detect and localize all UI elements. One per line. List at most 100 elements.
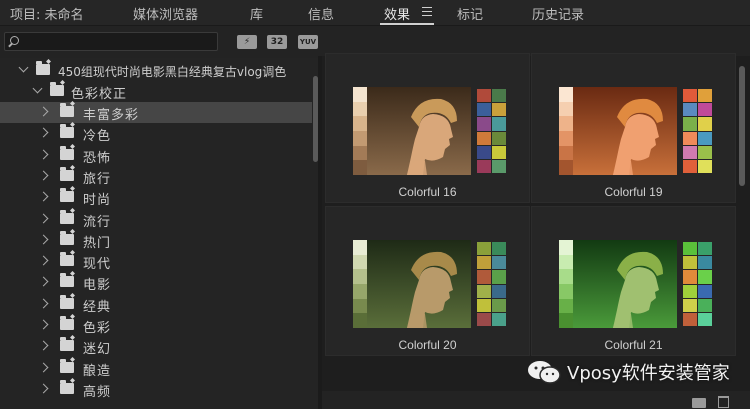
preset-thumbnail[interactable]: Colorful 20 <box>325 206 530 356</box>
yuv-effects-button[interactable]: YUV <box>298 35 318 49</box>
tree-item-label: 冷色 <box>83 129 112 145</box>
tone-swatches <box>353 87 367 175</box>
color-checker-patch <box>492 284 506 298</box>
grid-scrollbar[interactable] <box>739 66 745 186</box>
color-checker-patch <box>698 145 712 159</box>
tab-project[interactable]: 项目: 未命名 <box>10 4 84 23</box>
tab-markers[interactable]: 标记 <box>457 4 483 23</box>
32bit-effects-button[interactable]: 32 <box>267 35 287 49</box>
chevron-right-icon[interactable] <box>38 170 49 181</box>
color-checker-patch <box>683 117 697 131</box>
tree-item[interactable]: 旅行 <box>0 166 312 187</box>
preset-thumbnail[interactable]: Colorful 19 <box>531 53 736 203</box>
color-checker-patch <box>477 298 491 312</box>
chevron-down-icon[interactable] <box>18 62 29 73</box>
tree-item[interactable]: 高频 <box>0 379 312 400</box>
portrait-photo <box>559 87 677 175</box>
color-checker-patch <box>492 298 506 312</box>
search-input[interactable] <box>25 34 215 49</box>
folder-icon <box>50 82 64 96</box>
tree-item[interactable]: 色彩 <box>0 315 312 336</box>
chevron-down-icon[interactable] <box>32 83 43 94</box>
tab-media-browser[interactable]: 媒体浏览器 <box>133 4 198 23</box>
preset-thumbnail[interactable]: Colorful 16 <box>325 53 530 203</box>
chevron-right-icon[interactable] <box>38 255 49 266</box>
chevron-right-icon[interactable] <box>38 362 49 373</box>
tab-info[interactable]: 信息 <box>308 4 334 23</box>
tree-item[interactable]: 现代 <box>0 251 312 272</box>
preset-label: Colorful 21 <box>604 338 663 352</box>
tree-item[interactable]: 迷幻 <box>0 336 312 357</box>
chevron-right-icon[interactable] <box>38 298 49 309</box>
tone-swatch <box>559 240 573 255</box>
tree-item-label: 旅行 <box>83 171 112 187</box>
chevron-right-icon[interactable] <box>38 383 49 394</box>
tone-swatch <box>559 298 573 314</box>
chevron-right-icon[interactable] <box>38 340 49 351</box>
chevron-right-icon[interactable] <box>38 319 49 330</box>
tree-item[interactable]: 冷色 <box>0 123 312 144</box>
active-tab-indicator <box>380 23 434 25</box>
tree-item[interactable]: 恐怖 <box>0 145 312 166</box>
tree-item[interactable]: 经典 <box>0 294 312 315</box>
tree-item[interactable]: 酿造 <box>0 358 312 379</box>
portrait-photo <box>353 87 471 175</box>
accelerated-effects-button[interactable]: ⚡ <box>237 35 257 49</box>
preset-thumbnail[interactable]: Colorful 21 <box>531 206 736 356</box>
chevron-right-icon[interactable] <box>38 234 49 245</box>
tone-swatch <box>353 145 367 161</box>
tone-swatch <box>559 130 573 146</box>
tree-item[interactable]: 时尚 <box>0 187 312 208</box>
tab-effects[interactable]: 效果 <box>384 4 410 23</box>
tree-item-label: 流行 <box>83 214 112 230</box>
color-checker-patch <box>492 270 506 284</box>
folder-icon <box>36 61 50 75</box>
new-folder-icon[interactable] <box>692 398 706 408</box>
color-checker-patch <box>477 312 491 326</box>
color-checker-patch <box>683 256 697 270</box>
tab-history[interactable]: 历史记录 <box>532 4 584 23</box>
watermark: Vposy软件安装管家 <box>527 358 730 386</box>
color-checker-patch <box>698 298 712 312</box>
chevron-right-icon[interactable] <box>38 191 49 202</box>
chevron-right-icon[interactable] <box>38 276 49 287</box>
tone-swatch <box>559 283 573 299</box>
tone-swatch <box>353 240 367 255</box>
color-checker-patch <box>477 89 491 103</box>
tree-row-root[interactable]: 450组现代时尚电影黑白经典复古vlog调色 <box>0 60 312 81</box>
chevron-right-icon[interactable] <box>38 106 49 117</box>
color-checker-patch <box>683 298 697 312</box>
tab-libraries[interactable]: 库 <box>250 4 263 23</box>
portrait-photo <box>559 240 677 328</box>
panel-menu-icon[interactable] <box>422 7 432 16</box>
color-checker-patch <box>683 159 697 173</box>
color-checker-patch <box>683 270 697 284</box>
color-checker-patch <box>477 145 491 159</box>
chevron-right-icon[interactable] <box>38 149 49 160</box>
tree-item[interactable]: 流行 <box>0 209 312 230</box>
chevron-right-icon[interactable] <box>38 127 49 138</box>
chevron-right-icon[interactable] <box>38 213 49 223</box>
tree-item[interactable]: 电影 <box>0 272 312 293</box>
color-checker-patch <box>477 284 491 298</box>
tree-item[interactable]: 热门 <box>0 230 312 251</box>
tone-swatch <box>353 313 367 328</box>
preset-preview-image <box>353 240 506 328</box>
watermark-text: Vposy软件安装管家 <box>567 363 730 384</box>
tree-item-label: 现代 <box>83 257 112 273</box>
wechat-logo-icon <box>527 359 561 385</box>
color-checker-patch <box>698 270 712 284</box>
tree-row-group[interactable]: 色彩校正 <box>0 81 312 102</box>
tone-swatches <box>353 240 367 328</box>
folder-icon <box>60 337 74 352</box>
trash-icon[interactable] <box>718 396 729 408</box>
tree-item-label: 高频 <box>83 384 112 400</box>
tree-item[interactable]: 丰富多彩 <box>0 102 312 123</box>
tone-swatch <box>559 160 573 175</box>
folder-icon <box>60 358 74 373</box>
color-checker-patch <box>683 242 697 256</box>
search-box[interactable] <box>4 32 218 51</box>
color-checker-patch <box>698 312 712 326</box>
color-checker-patch <box>698 103 712 117</box>
tree-item-label: 酿造 <box>83 363 112 379</box>
